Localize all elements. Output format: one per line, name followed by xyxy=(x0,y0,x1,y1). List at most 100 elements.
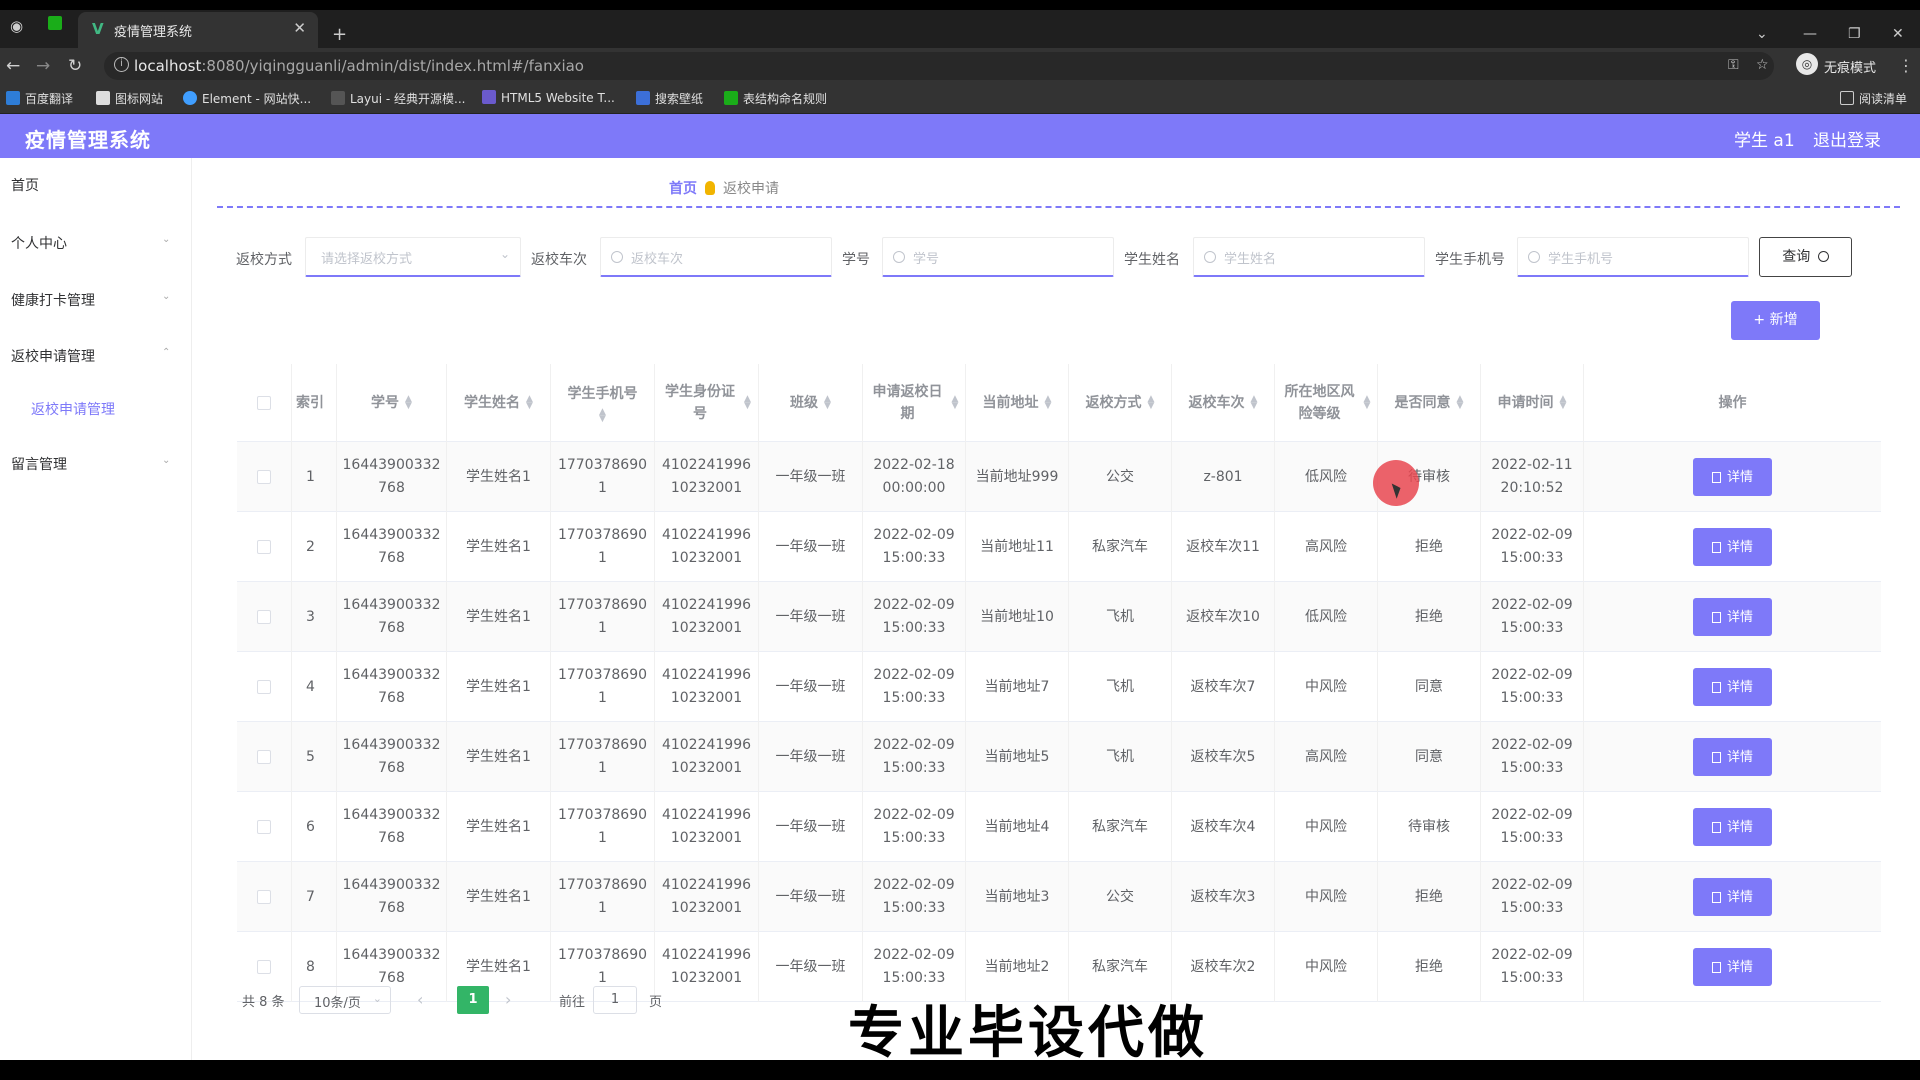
url-field[interactable]: i localhost:8080/yiqingguanli/admin/dist… xyxy=(104,52,1774,80)
reading-list[interactable]: 阅读清单 xyxy=(1840,90,1907,107)
sort-icon[interactable]: ▲ ▼ xyxy=(599,408,606,424)
sidebar-item-return-application[interactable]: 返校申请管理 xyxy=(11,346,95,366)
query-button[interactable]: 查询 xyxy=(1759,237,1852,277)
bookmark-layui[interactable]: Layui - 经典开源模... xyxy=(331,90,465,107)
table-row: 3 16443900332768 学生姓名1 17703786901 410224199… xyxy=(237,582,1881,652)
tab-title: 疫情管理系统 xyxy=(114,25,193,40)
document-icon xyxy=(1711,961,1721,973)
current-user[interactable]: 学生 a1 xyxy=(1734,126,1795,151)
detail-button[interactable]: 详情 xyxy=(1693,808,1772,846)
select-all-checkbox[interactable] xyxy=(257,396,271,410)
cell-student-name: 学生姓名1 xyxy=(447,442,551,512)
detail-button[interactable]: 详情 xyxy=(1693,668,1772,706)
close-window-icon[interactable]: ✕ xyxy=(1892,26,1904,42)
col-approved[interactable]: 是否同意 ▲ ▼ xyxy=(1378,364,1481,442)
tab-close-icon[interactable]: ✕ xyxy=(293,19,306,37)
detail-button[interactable]: 详情 xyxy=(1693,598,1772,636)
translate-icon xyxy=(6,91,20,105)
prev-page-icon[interactable]: ‹ xyxy=(417,990,423,1009)
key-icon[interactable]: ⚿ xyxy=(1728,57,1739,73)
page-number-current[interactable]: 1 xyxy=(457,986,489,1014)
col-risk[interactable]: 所在地区风险等级 ▲ ▼ xyxy=(1275,364,1378,442)
sort-icon[interactable]: ▲ ▼ xyxy=(824,395,831,411)
row-checkbox[interactable] xyxy=(257,470,271,484)
row-checkbox[interactable] xyxy=(257,960,271,974)
col-phone[interactable]: 学生手机号 ▲ ▼ xyxy=(551,364,655,442)
browser-tab[interactable]: V 疫情管理系统 ✕ xyxy=(78,12,318,48)
sort-icon[interactable]: ▲ ▼ xyxy=(744,395,751,411)
reload-icon[interactable]: ↻ xyxy=(68,56,82,76)
col-mode[interactable]: 返校方式 ▲ ▼ xyxy=(1069,364,1172,442)
bookmark-star-icon[interactable]: ☆ xyxy=(1756,57,1769,73)
sort-icon[interactable]: ▲ ▼ xyxy=(1560,395,1567,411)
bookmark-wallpaper[interactable]: 搜索壁纸 xyxy=(636,90,703,107)
bookmark-icon-site[interactable]: 图标网站 xyxy=(96,90,163,107)
table-body: 1 16443900332768 学生姓名1 17703786901 410224199… xyxy=(237,442,1881,1002)
student-id-input[interactable]: 学号 xyxy=(882,237,1114,277)
student-name-input[interactable]: 学生姓名 xyxy=(1193,237,1425,277)
restore-icon[interactable]: ❐ xyxy=(1848,26,1861,42)
sidebar-item-home[interactable]: 首页 xyxy=(11,175,39,195)
col-return-date[interactable]: 申请返校日期 ▲ ▼ xyxy=(863,364,966,442)
row-checkbox[interactable] xyxy=(257,540,271,554)
trip-input[interactable]: 返校车次 xyxy=(600,237,832,277)
col-class[interactable]: 班级 ▲ ▼ xyxy=(759,364,863,442)
row-checkbox[interactable] xyxy=(257,890,271,904)
pinned-tab-icon[interactable] xyxy=(48,16,62,30)
sort-icon[interactable]: ▲ ▼ xyxy=(1148,395,1155,411)
sidebar-subitem-return-application[interactable]: 返校申请管理 xyxy=(31,399,115,419)
document-icon xyxy=(1711,541,1721,553)
more-menu-icon[interactable]: ⋮ xyxy=(1898,56,1914,75)
forward-icon[interactable]: → xyxy=(36,56,50,76)
col-id-card[interactable]: 学生身份证号 ▲ ▼ xyxy=(655,364,759,442)
logout-button[interactable]: 退出登录 xyxy=(1813,126,1881,151)
detail-button[interactable]: 详情 xyxy=(1693,528,1772,566)
sort-icon[interactable]: ▲ ▼ xyxy=(1457,395,1464,411)
mode-select[interactable]: 请选择返校方式 ⌄ xyxy=(305,237,521,277)
col-trip[interactable]: 返校车次 ▲ ▼ xyxy=(1172,364,1275,442)
goto-page-input[interactable]: 1 xyxy=(593,986,637,1014)
search-icon xyxy=(1204,251,1216,263)
bookmark-element[interactable]: Element - 网站快... xyxy=(183,90,311,107)
sheet-logo-icon xyxy=(724,91,738,105)
sidebar-item-personal-center[interactable]: 个人中心 xyxy=(11,233,67,253)
detail-button[interactable]: 详情 xyxy=(1693,878,1772,916)
sort-icon[interactable]: ▲ ▼ xyxy=(405,395,412,411)
sidebar-item-health-checkin[interactable]: 健康打卡管理 xyxy=(11,290,95,310)
col-student-name[interactable]: 学生姓名 ▲ ▼ xyxy=(447,364,551,442)
detail-button[interactable]: 详情 xyxy=(1693,458,1772,496)
add-button[interactable]: + 新增 xyxy=(1731,301,1820,340)
cell-apply-time: 2022-02-09 15:00:33 xyxy=(1481,582,1584,652)
col-student-id[interactable]: 学号 ▲ ▼ xyxy=(337,364,447,442)
next-page-icon[interactable]: › xyxy=(505,990,511,1009)
tab-search-icon[interactable]: ⌄ xyxy=(1756,26,1768,42)
browser-menu-icon[interactable]: ◉ xyxy=(10,16,23,36)
sort-icon[interactable]: ▲ ▼ xyxy=(952,395,959,411)
cell-phone: 17703786901 xyxy=(551,512,655,582)
bookmark-baidu-translate[interactable]: 百度翻译 xyxy=(6,90,73,107)
page-size-select[interactable]: 10条/页 ⌄ xyxy=(299,986,391,1014)
back-icon[interactable]: ← xyxy=(6,56,20,76)
detail-button[interactable]: 详情 xyxy=(1693,738,1772,776)
col-apply-time[interactable]: 申请时间 ▲ ▼ xyxy=(1481,364,1584,442)
row-checkbox[interactable] xyxy=(257,680,271,694)
bookmark-table-naming[interactable]: 表结构命名规则 xyxy=(724,90,827,107)
sort-icon[interactable]: ▲ ▼ xyxy=(526,395,533,411)
detail-button[interactable]: 详情 xyxy=(1693,948,1772,986)
minimize-icon[interactable]: — xyxy=(1803,26,1817,42)
site-info-icon[interactable]: i xyxy=(114,57,129,72)
row-checkbox[interactable] xyxy=(257,610,271,624)
breadcrumb-home[interactable]: 首页 xyxy=(669,181,697,197)
row-checkbox[interactable] xyxy=(257,750,271,764)
col-address[interactable]: 当前地址 ▲ ▼ xyxy=(966,364,1069,442)
sidebar-item-messages[interactable]: 留言管理 xyxy=(11,454,67,474)
sort-icon[interactable]: ▲ ▼ xyxy=(1364,395,1371,411)
sort-icon[interactable]: ▲ ▼ xyxy=(1251,395,1258,411)
sort-icon[interactable]: ▲ ▼ xyxy=(1045,395,1052,411)
row-checkbox[interactable] xyxy=(257,820,271,834)
incognito-icon[interactable]: ◎ xyxy=(1796,53,1818,75)
bookmark-html5[interactable]: HTML5 Website T... xyxy=(482,90,615,105)
cell-approved: 同意 xyxy=(1378,722,1481,792)
student-phone-input[interactable]: 学生手机号 xyxy=(1517,237,1749,277)
new-tab-icon[interactable]: + xyxy=(332,24,347,45)
